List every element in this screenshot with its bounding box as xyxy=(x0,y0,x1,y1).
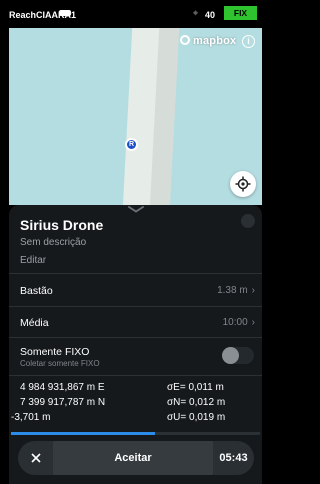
averaging-progress-fill xyxy=(11,432,156,435)
cancel-button[interactable] xyxy=(18,441,53,475)
satellite-count: 40 xyxy=(205,10,216,20)
divider xyxy=(9,273,262,274)
dismiss-icon[interactable] xyxy=(241,214,255,228)
point-description: Sem descrição xyxy=(20,237,87,248)
base-marker[interactable]: R xyxy=(125,138,138,151)
averaging-value[interactable]: 10:00 › xyxy=(223,317,255,328)
satellite-icon: ⌖ xyxy=(193,8,199,18)
edit-link[interactable]: Editar xyxy=(20,255,46,266)
info-icon[interactable]: i xyxy=(242,35,255,48)
averaging-progress-bar xyxy=(11,432,260,435)
sigma-n-value: σN= 0,012 m xyxy=(167,397,226,408)
averaging-timer: 05:43 xyxy=(219,452,248,464)
height-value: -3,701 m xyxy=(11,412,51,423)
locate-button[interactable] xyxy=(230,171,256,197)
divider xyxy=(9,306,262,307)
easting-value: 4 984 931,867 m E xyxy=(20,382,105,393)
fix-status-badge: FIX xyxy=(224,6,257,20)
accept-button[interactable]: Aceitar xyxy=(53,441,213,475)
mapbox-logo: mapbox xyxy=(180,35,236,47)
map-view[interactable]: mapbox i R xyxy=(9,28,262,205)
fixed-only-toggle[interactable] xyxy=(222,347,254,364)
fixed-only-label: Somente FIXO xyxy=(20,346,90,358)
fixed-only-sublabel: Coletar somente FIXO xyxy=(20,359,100,368)
action-bar: Aceitar 05:43 xyxy=(18,441,254,475)
status-bar: ReachCIAARA1 ⌖ 40 FIX xyxy=(0,0,262,28)
pole-height-value[interactable]: 1.38 m › xyxy=(217,285,255,296)
northing-value: 7 399 917,787 m N xyxy=(20,397,106,408)
close-icon xyxy=(30,453,41,463)
divider xyxy=(9,337,262,338)
battery-icon xyxy=(59,10,71,16)
chevron-right-icon: › xyxy=(251,317,255,328)
averaging-text: 10:00 xyxy=(222,317,248,328)
pole-height-text: 1.38 m xyxy=(217,285,248,296)
toggle-knob xyxy=(222,347,239,364)
chevron-right-icon: › xyxy=(251,285,255,296)
sigma-u-value: σU= 0,019 m xyxy=(167,412,226,423)
pole-height-label[interactable]: Bastão xyxy=(20,285,53,297)
chevron-down-icon[interactable] xyxy=(128,206,144,213)
mapbox-attribution: mapbox xyxy=(193,35,237,47)
mapbox-logo-icon xyxy=(180,35,190,45)
averaging-label[interactable]: Média xyxy=(20,317,49,329)
point-title: Sirius Drone xyxy=(20,217,104,233)
divider xyxy=(9,375,262,376)
crosshair-icon xyxy=(235,176,251,192)
sigma-e-value: σE= 0,011 m xyxy=(167,382,224,393)
point-sheet: Sirius Drone Sem descrição Editar Bastão… xyxy=(9,205,262,484)
